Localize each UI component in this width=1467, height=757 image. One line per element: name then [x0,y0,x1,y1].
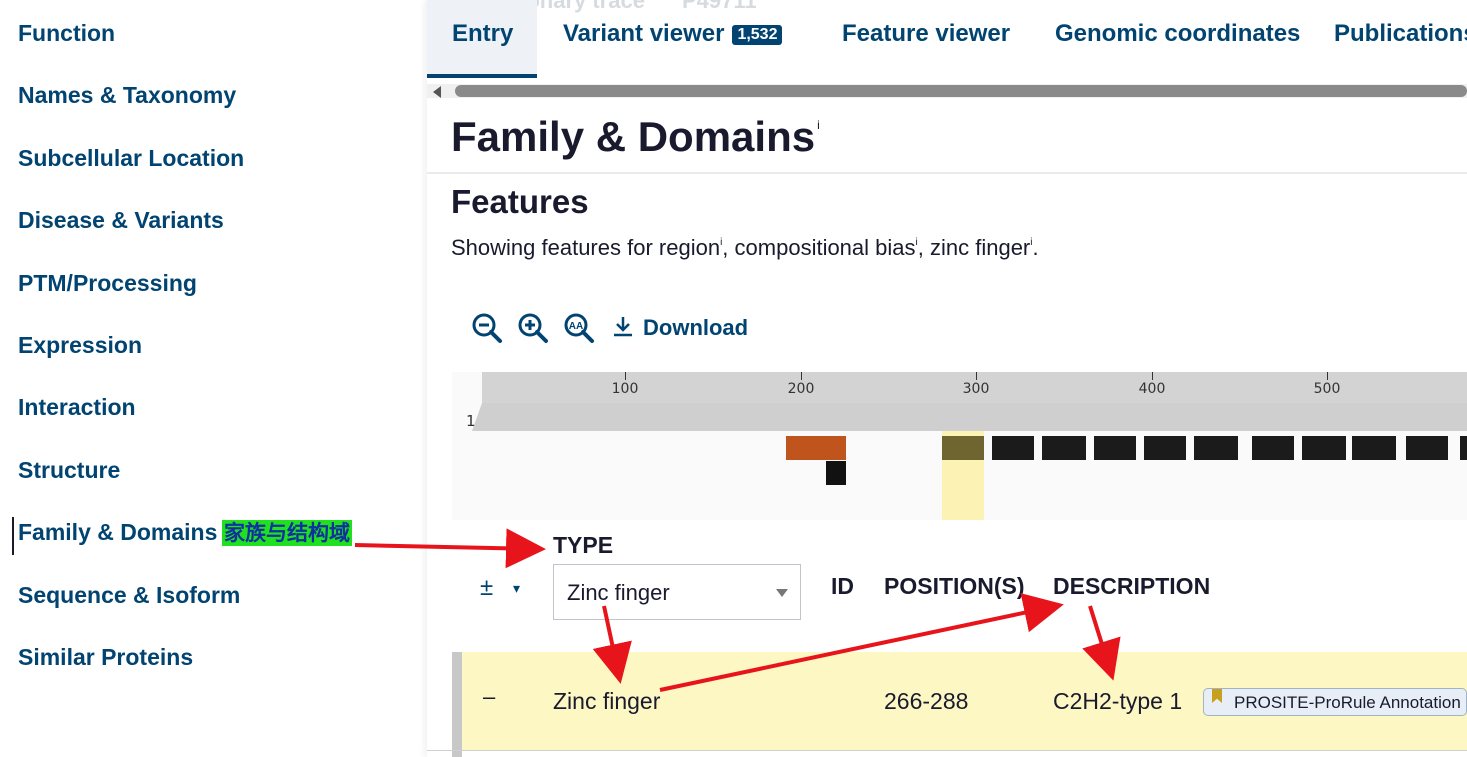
section-title: Family & Domains i [451,113,820,161]
sidebar-item-expression[interactable]: Expression [18,332,142,359]
row-side-bar [452,652,462,757]
horizontal-scrollbar[interactable] [427,84,1467,98]
row-type-cell: Zinc finger [553,688,661,714]
sidebar-nav: Function Names & Taxonomy Subcellular Lo… [0,0,427,757]
features-title: Features [451,183,589,220]
evidence-tag-label: PROSITE-ProRule Annotation [1234,693,1461,712]
sidebar-item-similar-proteins[interactable]: Similar Proteins [18,644,193,671]
id-column-header: ID [831,573,854,599]
row-position-cell: 266-288 [884,688,969,714]
ruler-tick-label: 400 [1138,381,1166,397]
ruler-axis: 100 200 300 400 500 [482,372,1467,403]
type-column-header: TYPE [553,532,614,558]
download-icon [614,317,632,337]
chevron-down-icon [776,589,788,597]
ruler-tick-label: 100 [611,381,639,397]
zinc-finger-feature[interactable] [1406,436,1448,460]
ruler-tick [801,372,802,380]
text-zoom-icon[interactable]: AA [563,312,595,344]
region-feature[interactable] [786,436,846,460]
collapse-row-button[interactable]: – [483,684,495,710]
zinc-finger-feature[interactable] [1252,436,1294,460]
zinc-finger-feature[interactable] [1302,436,1346,460]
feature-viewer[interactable]: 100 200 300 400 500 1 [452,372,1467,520]
ruler-tick [976,372,977,380]
ruler-tick [1327,372,1328,380]
download-button[interactable]: Download [611,315,748,341]
tab-publications[interactable]: Publications [1334,20,1467,48]
row-divider [427,750,1467,751]
tab-ghost-accession: P49711 [682,0,757,13]
bookmark-icon [1212,689,1222,703]
sidebar-item-sequence-isoform[interactable]: Sequence & Isoform [18,582,240,609]
features-description: Showing features for regioni, compositio… [451,235,1039,261]
sidebar-item-ptm-processing[interactable]: PTM/Processing [18,270,197,297]
chinese-annotation-label: 家族与结构域 [222,520,352,546]
tab-variant-viewer[interactable]: Variant viewer 1,532 [563,20,783,48]
ruler-tick-label: 200 [787,381,815,397]
sidebar-active-indicator [12,517,14,555]
sidebar-item-interaction[interactable]: Interaction [18,394,136,421]
features-desc-prefix: Showing features for [451,235,659,260]
features-desc-end: . [1032,235,1039,260]
ruler-tick [1152,372,1153,380]
features-desc-region: region [658,235,721,260]
download-label: Download [643,315,749,340]
variant-count-badge: 1,532 [732,25,783,45]
navigation-brush[interactable] [472,403,1467,431]
tab-bar: Evolutionary trace P49711 Entry Variant … [427,0,1467,78]
zinc-finger-feature[interactable] [1042,436,1086,460]
info-icon[interactable]: i [817,118,820,132]
zinc-finger-feature[interactable] [1144,436,1186,460]
row-description-cell: C2H2-type 1 [1053,688,1183,714]
section-title-text: Family & Domains [451,113,816,160]
zinc-finger-feature[interactable] [992,436,1034,460]
zinc-finger-feature-selected[interactable] [942,436,984,460]
type-filter-value: Zinc finger [567,580,670,605]
tab-variant-viewer-label: Variant viewer [563,20,725,47]
scrollbar-thumb[interactable] [455,85,1467,97]
position-column-header: POSITION(S) [884,573,1025,599]
sidebar-item-names-taxonomy[interactable]: Names & Taxonomy [18,82,236,109]
features-desc-bias: compositional bias [734,235,916,260]
sidebar-item-structure[interactable]: Structure [18,457,120,484]
type-filter-select[interactable]: Zinc finger [553,564,801,620]
sidebar-item-subcellular-location[interactable]: Subcellular Location [18,145,244,172]
ruler-tick-label: 300 [962,381,990,397]
tab-active-underline [427,74,537,78]
ruler-tick [625,372,626,380]
evidence-tag[interactable]: PROSITE-ProRule Annotation [1203,688,1467,716]
svg-text:AA: AA [569,321,583,332]
zinc-finger-feature[interactable] [1352,436,1396,460]
compositional-bias-feature[interactable] [826,461,846,485]
sidebar-item-disease-variants[interactable]: Disease & Variants [18,207,224,234]
features-desc-sep: , [917,235,930,260]
zoom-out-icon[interactable] [471,312,503,344]
features-desc-sep: , [722,235,735,260]
features-desc-zinc: zinc finger [929,235,1031,260]
scroll-left-arrow-icon[interactable] [433,86,441,98]
ruler-tick-label: 500 [1313,381,1341,397]
track-start-label: 1 [466,412,476,430]
zoom-in-icon[interactable] [517,312,549,344]
divider [427,172,1467,174]
main-panel: Evolutionary trace P49711 Entry Variant … [427,0,1467,757]
zinc-finger-feature[interactable] [1094,436,1136,460]
sidebar-item-family-domains[interactable]: Family & Domains [18,519,217,546]
zinc-finger-feature[interactable] [1460,436,1467,460]
zinc-finger-feature[interactable] [1194,436,1238,460]
expand-all-button[interactable]: ± [480,574,493,602]
sidebar-item-function[interactable]: Function [18,20,115,47]
tab-feature-viewer[interactable]: Feature viewer [842,20,1010,48]
tab-genomic-coordinates[interactable]: Genomic coordinates [1055,20,1300,48]
expand-options-caret-icon[interactable]: ▾ [513,580,520,597]
tab-entry[interactable]: Entry [452,20,513,48]
description-column-header: DESCRIPTION [1053,573,1211,599]
